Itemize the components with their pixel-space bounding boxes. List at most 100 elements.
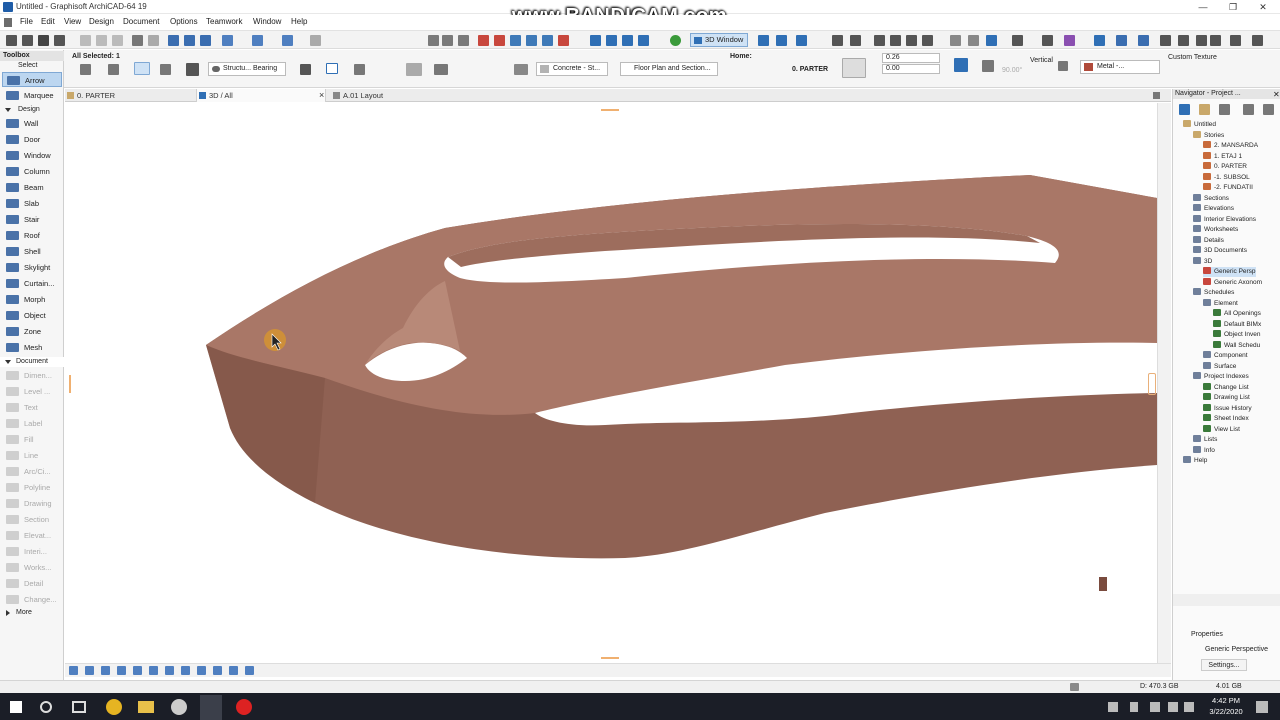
paste-icon[interactable] (112, 35, 123, 46)
nav-item-element[interactable]: Element (1203, 298, 1238, 309)
nav-item-worksheets[interactable]: Worksheets (1193, 225, 1238, 235)
works-tool[interactable]: Works... (2, 560, 62, 575)
tray-arrow-icon[interactable] (1130, 702, 1138, 712)
nav-item-1-subsol[interactable]: -1. SUBSOL (1203, 172, 1250, 183)
polygon-icon[interactable] (354, 64, 365, 75)
detail-tool[interactable]: Detail (2, 576, 62, 591)
archicad-taskbar-icon[interactable] (200, 695, 222, 720)
curtain-tool[interactable]: Curtain... (2, 276, 62, 291)
fly-nav-icon[interactable] (197, 666, 206, 675)
orbit-nav-icon[interactable] (149, 666, 158, 675)
object-tool[interactable]: Object (2, 308, 62, 323)
zoom-icon[interactable] (906, 35, 917, 46)
open-icon[interactable] (22, 35, 33, 46)
vertical-scrollbar[interactable] (1148, 103, 1171, 663)
find-select-icon[interactable] (168, 35, 179, 46)
tab-3d-all[interactable]: 3D / All × (196, 89, 326, 102)
nav-item-details[interactable]: Details (1193, 235, 1224, 246)
project-map-icon[interactable] (1179, 104, 1190, 115)
3d-cutting-planes-icon[interactable] (986, 35, 997, 46)
3d-viewport[interactable] (65, 103, 1157, 663)
angle-value[interactable]: 90.00° (1002, 67, 1022, 74)
selected-method-icon[interactable] (134, 62, 150, 75)
print-icon[interactable] (54, 35, 65, 46)
polyline-tool[interactable]: Polyline (2, 480, 62, 495)
walk-icon[interactable] (832, 35, 843, 46)
gravity-icon[interactable] (252, 35, 263, 46)
layout-book-nav-icon[interactable] (1219, 104, 1230, 115)
file-explorer-icon[interactable] (138, 701, 154, 713)
split-icon[interactable] (442, 35, 453, 46)
wall-tool[interactable]: Wall (2, 116, 62, 131)
task-view-icon[interactable] (72, 701, 86, 713)
stair-tool[interactable]: Stair (2, 212, 62, 227)
nav-item-all-openings[interactable]: All Openings (1213, 309, 1261, 319)
sun-icon[interactable] (1012, 35, 1023, 46)
mesh-tool[interactable]: Mesh (2, 340, 62, 355)
pan-icon[interactable] (922, 35, 933, 46)
morph-tool[interactable]: Morph (2, 292, 62, 307)
tab-menu-icon[interactable] (1153, 92, 1160, 99)
snap-guides-icon[interactable] (222, 35, 233, 46)
line-tool[interactable]: Line (2, 448, 62, 463)
resize-icon[interactable] (542, 35, 553, 46)
document-collapse-icon[interactable] (5, 360, 11, 364)
menu-document[interactable]: Document (123, 17, 159, 26)
nav-item-untitled[interactable]: Untitled (1183, 120, 1216, 130)
style-icon[interactable] (968, 35, 979, 46)
fly-icon[interactable] (874, 35, 885, 46)
nav-item-surface[interactable]: Surface (1203, 361, 1236, 372)
notifications-icon[interactable] (1256, 701, 1268, 713)
nav-item-stories[interactable]: Stories (1193, 130, 1224, 141)
clock-time[interactable]: 4:42 PM (1208, 696, 1244, 705)
close-tab-icon[interactable]: × (319, 89, 324, 102)
section-icon[interactable] (606, 35, 617, 46)
section-tool[interactable]: Section (2, 512, 62, 527)
photo-icon[interactable] (1160, 35, 1171, 46)
navigator-close-icon[interactable]: ✕ (1273, 90, 1280, 99)
nav-item-2-fundatii[interactable]: -2. FUNDATII (1203, 183, 1253, 193)
offset-input[interactable]: 0.00 (882, 64, 940, 74)
elevation-icon[interactable] (622, 35, 633, 46)
undo-icon[interactable] (132, 35, 143, 46)
nav-item-component[interactable]: Component (1203, 351, 1248, 361)
nav-item-schedules[interactable]: Schedules (1193, 288, 1234, 298)
print-area-icon[interactable] (1196, 35, 1207, 46)
bandicam-record-icon[interactable] (236, 699, 252, 715)
save-icon[interactable] (38, 35, 49, 46)
layout-grid-icon[interactable] (310, 35, 321, 46)
intersect-icon[interactable] (478, 35, 489, 46)
roof-tool[interactable]: Roof (2, 228, 62, 243)
minimize-button[interactable]: — (1188, 0, 1218, 14)
menu-help[interactable]: Help (291, 17, 307, 26)
stories-icon[interactable] (1230, 35, 1241, 46)
tab-floor-plan[interactable]: 0. PARTER (65, 89, 195, 102)
fit-window-icon[interactable] (101, 666, 110, 675)
pick-up-icon[interactable] (184, 35, 195, 46)
menu-teamwork[interactable]: Teamwork (206, 17, 242, 26)
new-icon[interactable] (6, 35, 17, 46)
navigator-scrollbar[interactable] (1173, 594, 1280, 606)
floor-plan-icon[interactable] (590, 35, 601, 46)
door-tool[interactable]: Door (2, 132, 62, 147)
volume-icon[interactable] (1184, 702, 1194, 712)
arrow-tool[interactable]: Arrow (2, 72, 62, 87)
reference-line-icon[interactable] (108, 64, 119, 75)
cross-icon[interactable] (186, 63, 199, 76)
right-edge-handle[interactable] (1148, 373, 1156, 395)
nav-item-wall-schedu[interactable]: Wall Schedu (1213, 340, 1260, 351)
walk-nav-icon[interactable] (181, 666, 190, 675)
nav-item-1-etaj-1[interactable]: 1. ETAJ 1 (1203, 151, 1242, 162)
nav-item-info[interactable]: Info (1193, 445, 1215, 456)
nav-item-lists[interactable]: Lists (1193, 435, 1217, 445)
nav-item-object-inven[interactable]: Object Inven (1213, 330, 1261, 340)
marquee-3d-icon[interactable] (1042, 35, 1053, 46)
nav-item-generic-axonom[interactable]: Generic Axonom (1203, 277, 1262, 288)
maximize-button[interactable]: ❐ (1218, 0, 1248, 14)
nav-item-issue-history[interactable]: Issue History (1203, 403, 1252, 414)
marquee-tool[interactable]: Marquee (2, 88, 62, 103)
more-expand-icon[interactable] (6, 610, 10, 616)
inject-icon[interactable] (200, 35, 211, 46)
concrete-slab-model[interactable] (206, 175, 1157, 591)
menu-options[interactable]: Options (170, 17, 198, 26)
